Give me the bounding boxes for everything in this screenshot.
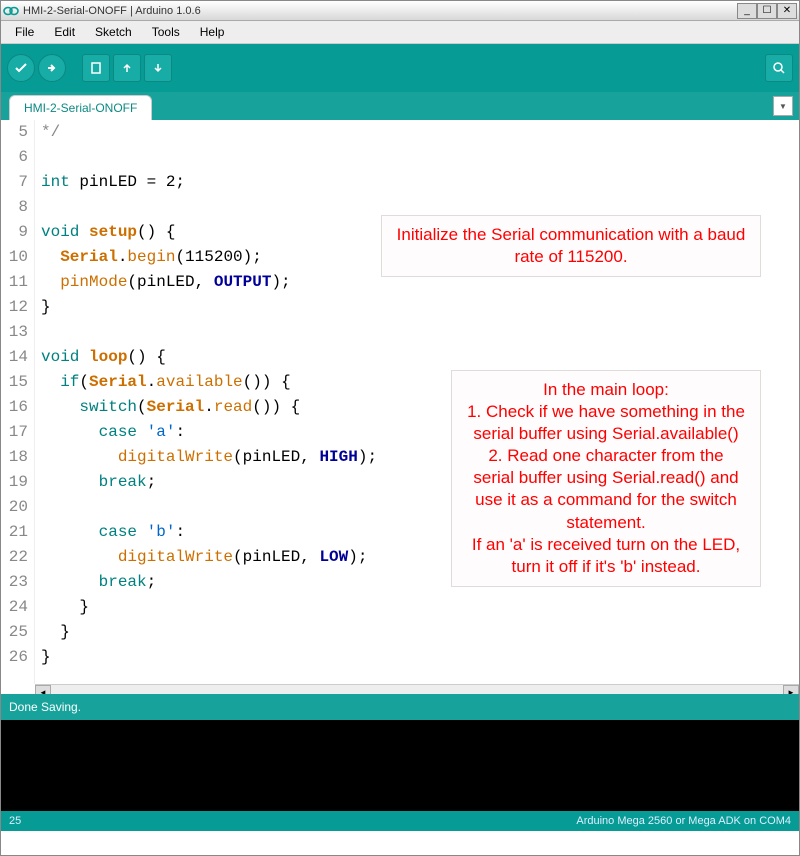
window-title: HMI-2-Serial-ONOFF | Arduino 1.0.6 <box>23 5 737 17</box>
console <box>1 720 799 811</box>
verify-button[interactable] <box>7 54 35 82</box>
menu-help[interactable]: Help <box>192 22 233 42</box>
tabbar: HMI-2-Serial-ONOFF ▼ <box>1 92 799 120</box>
footer: 25 Arduino Mega 2560 or Mega ADK on COM4 <box>1 811 799 831</box>
tab-menu-button[interactable]: ▼ <box>773 96 793 116</box>
upload-button[interactable] <box>38 54 66 82</box>
new-button[interactable] <box>82 54 110 82</box>
open-button[interactable] <box>113 54 141 82</box>
close-button[interactable]: ✕ <box>777 3 797 19</box>
statusbar: Done Saving. <box>1 694 799 720</box>
serial-monitor-button[interactable] <box>765 54 793 82</box>
menu-sketch[interactable]: Sketch <box>87 22 140 42</box>
menu-edit[interactable]: Edit <box>46 22 83 42</box>
arduino-icon <box>3 3 19 19</box>
titlebar: HMI-2-Serial-ONOFF | Arduino 1.0.6 _ ☐ ✕ <box>1 1 799 21</box>
window-buttons: _ ☐ ✕ <box>737 3 797 19</box>
menu-tools[interactable]: Tools <box>144 22 188 42</box>
toolbar <box>1 44 799 92</box>
annotation-loop: In the main loop:1. Check if we have som… <box>451 370 761 587</box>
minimize-button[interactable]: _ <box>737 3 757 19</box>
status-message: Done Saving. <box>9 700 81 714</box>
editor-area: 567891011121314151617181920212223242526 … <box>1 120 799 720</box>
menu-file[interactable]: File <box>7 22 42 42</box>
menubar: File Edit Sketch Tools Help <box>1 21 799 44</box>
maximize-button[interactable]: ☐ <box>757 3 777 19</box>
annotation-setup: Initialize the Serial communication with… <box>381 215 761 277</box>
sketch-tab[interactable]: HMI-2-Serial-ONOFF <box>9 95 152 120</box>
line-number: 25 <box>9 815 21 827</box>
board-info: Arduino Mega 2560 or Mega ADK on COM4 <box>576 815 791 827</box>
line-gutter: 567891011121314151617181920212223242526 <box>1 120 35 684</box>
save-button[interactable] <box>144 54 172 82</box>
